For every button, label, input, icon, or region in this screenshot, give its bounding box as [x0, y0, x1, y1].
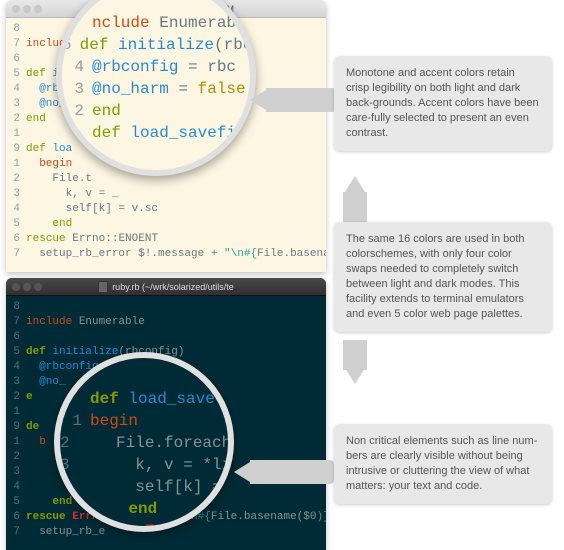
line-number: 1: [60, 410, 90, 432]
code-line: self[k] = v.s: [78, 476, 234, 498]
code-line: end: [26, 217, 72, 232]
code-line: setup_rb_error $!.message + "\n#{File.ba…: [26, 247, 326, 262]
callout-sixteen-colors: The same 16 colors are used in both colo…: [334, 222, 552, 332]
line-number: 9: [6, 420, 26, 435]
arrow-up-icon: [345, 176, 365, 192]
line-number: 1: [6, 435, 26, 450]
code-line: e: [26, 390, 33, 405]
line-number: 4: [6, 480, 26, 495]
line-number: 5: [62, 34, 80, 56]
close-icon[interactable]: [12, 5, 20, 13]
line-number: 4: [6, 82, 26, 97]
code-line: def load_savefil: [92, 122, 246, 144]
code-line: @no_: [26, 375, 66, 390]
line-number: 1: [6, 127, 26, 142]
arrow-shaft: [250, 460, 334, 484]
line-number: 4: [62, 56, 92, 78]
callout-line-numbers: Non critical elements such as line num-b…: [334, 424, 552, 504]
code-line: File.foreach(: [78, 432, 234, 454]
line-number: 3: [6, 375, 26, 390]
line-number: 3: [62, 78, 92, 100]
line-number: 4: [6, 202, 26, 217]
line-number: 1: [6, 157, 26, 172]
code-line: begin: [90, 410, 138, 432]
code-line: File.t: [26, 172, 92, 187]
line-number: 6: [6, 510, 26, 525]
line-number: 6: [6, 52, 26, 67]
code-line: def initialize(rbc: [80, 34, 253, 56]
code-line: rescue Errno::ENOENT: [26, 232, 158, 247]
line-number: 6: [6, 330, 26, 345]
dark-titlebar: ruby.rb (~/wrk/solarized/utils/te: [6, 278, 326, 296]
minimize-icon[interactable]: [23, 5, 31, 13]
code-line: end: [26, 495, 72, 510]
line-number: 7: [6, 37, 26, 52]
code-line: def load_savef: [90, 388, 224, 410]
line-number: 9: [6, 142, 26, 157]
document-icon: [98, 281, 108, 293]
window-controls: [12, 283, 42, 291]
line-number: 1: [6, 405, 26, 420]
magnifier-dark: def load_savef1begin 2 File.foreach(3 k, …: [54, 352, 234, 532]
code-line: begin: [26, 157, 72, 172]
arrow-left-icon: [234, 462, 250, 482]
line-number: 8: [6, 22, 26, 37]
code-line: include Enumerable: [26, 315, 145, 330]
line-number: 7: [6, 315, 26, 330]
arrow-down-icon: [345, 368, 365, 384]
code-line: nclude Enumerab: [92, 12, 236, 34]
code-line: end: [90, 498, 157, 520]
close-icon[interactable]: [12, 283, 20, 291]
line-number: 5: [6, 67, 26, 82]
arrow-shaft: [343, 340, 367, 370]
line-number: 3: [60, 454, 78, 476]
line-number: 5: [6, 217, 26, 232]
line-number: 2: [62, 100, 92, 122]
code-line: de: [26, 420, 39, 435]
arrow-shaft: [343, 192, 367, 222]
code-line: @no_harm = false: [92, 78, 246, 100]
line-number: 2: [6, 450, 26, 465]
line-number: 8: [6, 300, 26, 315]
line-number: 2: [60, 432, 78, 454]
dark-window-title: ruby.rb (~/wrk/solarized/utils/te: [112, 282, 234, 292]
zoom-icon[interactable]: [34, 5, 42, 13]
zoom-icon[interactable]: [34, 283, 42, 291]
minimize-icon[interactable]: [23, 283, 31, 291]
code-line: end: [26, 112, 46, 127]
line-number: 4: [6, 360, 26, 375]
window-controls: [12, 5, 42, 13]
arrow-shaft: [266, 88, 336, 112]
line-number: 7: [6, 247, 26, 262]
code-line: k, v = *line.s: [78, 454, 234, 476]
line-number: 2: [6, 390, 26, 405]
arrow-left-icon: [250, 90, 266, 110]
code-line: end: [92, 100, 121, 122]
line-number: 2: [6, 172, 26, 187]
callout-contrast: Monotone and accent colors retain crisp …: [334, 56, 552, 151]
line-number: 5: [6, 345, 26, 360]
code-line: @rbconfig = rbc: [92, 56, 236, 78]
code-line: self[k] = v.sc: [26, 202, 158, 217]
line-number: 5: [6, 495, 26, 510]
line-number: 3: [6, 465, 26, 480]
line-number: 6: [6, 232, 26, 247]
line-number: 3: [6, 187, 26, 202]
code-line: def loa: [26, 142, 72, 157]
code-line: b: [26, 435, 46, 450]
code-line: k, v = _: [26, 187, 118, 202]
line-number: 3: [6, 97, 26, 112]
line-number: 2: [6, 112, 26, 127]
